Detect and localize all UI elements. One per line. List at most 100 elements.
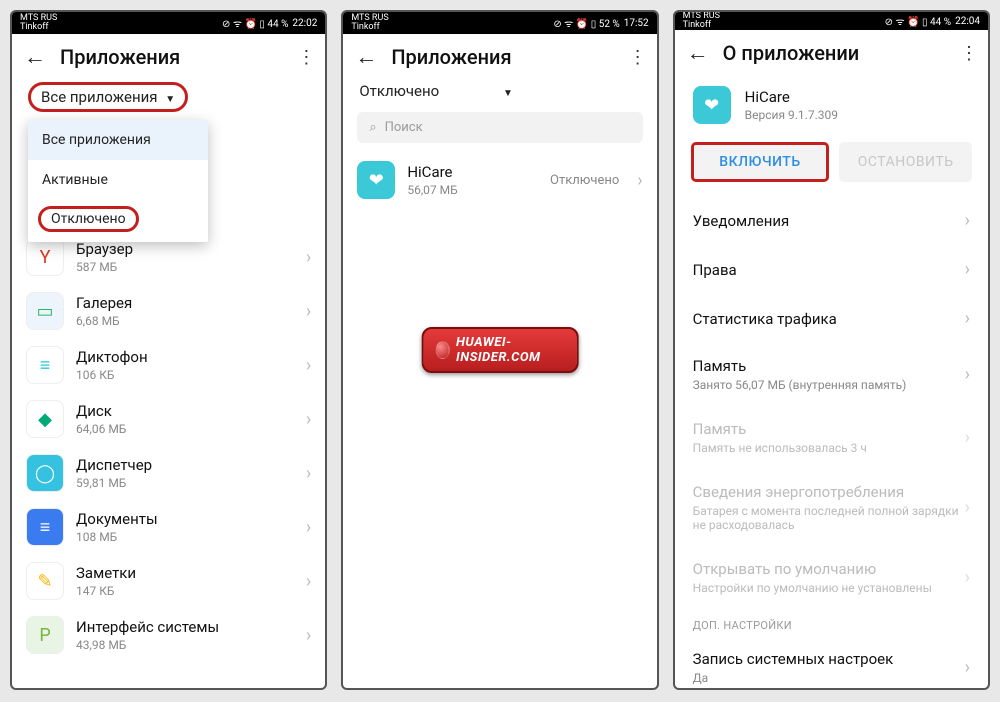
search-placeholder: Поиск: [385, 120, 423, 135]
chevron-right-icon: ›: [965, 259, 970, 280]
row-memory[interactable]: Память Занято 56,07 МБ (внутренняя памят…: [675, 343, 988, 406]
row-system-write[interactable]: Запись системных настроек Да ›: [675, 636, 988, 690]
filter-dropdown-menu: Все приложения Активные Отключено: [28, 120, 208, 242]
phone-screen-2: MTS RUS Tinkoff ⊘ ᯤ ⏰ ▯ 52 % 17:52 ← При…: [341, 10, 658, 690]
app-name: Браузер: [76, 240, 294, 258]
filter-dropdown[interactable]: Отключено ▼: [343, 76, 656, 108]
app-icon: P: [26, 616, 64, 654]
filter-dropdown[interactable]: Все приложения ▼: [12, 76, 325, 120]
app-size: 106 КБ: [76, 368, 294, 382]
app-row[interactable]: ▭Галерея6,68 МБ›: [12, 284, 325, 338]
search-input[interactable]: ⌕ Поиск: [357, 112, 642, 143]
carrier-label-2: Tinkoff: [351, 23, 388, 32]
app-name: Документы: [76, 510, 294, 528]
page-title: Приложения: [391, 45, 614, 69]
app-detail-header: ❤ HiCare Версия 9.1.7.309: [675, 72, 988, 134]
app-size: 6,68 МБ: [76, 314, 294, 328]
app-size: 108 МБ: [76, 530, 294, 544]
chevron-right-icon: ›: [965, 567, 970, 588]
chevron-right-icon: ›: [965, 210, 970, 231]
status-icons: ⊘ ᯤ ⏰ ▯ 44 %: [885, 14, 951, 28]
dropdown-item-active[interactable]: Активные: [28, 160, 208, 200]
app-size: 59,81 МБ: [76, 476, 294, 490]
app-name: Галерея: [76, 294, 294, 312]
app-size: 147 КБ: [76, 584, 294, 598]
carrier-label-2: Tinkoff: [683, 21, 720, 30]
status-icons: ⊘ ᯤ ⏰ ▯ 52 %: [553, 16, 619, 30]
status-time: 17:52: [624, 18, 649, 29]
chevron-right-icon: ›: [637, 170, 642, 191]
huawei-logo-icon: [436, 341, 450, 359]
app-row[interactable]: ≡Диктофон106 КБ›: [12, 338, 325, 392]
status-bar: MTS RUS Tinkoff ⊘ ᯤ ⏰ ▯ 44 % 22:02: [12, 12, 325, 34]
chevron-right-icon: ›: [306, 301, 311, 322]
app-row[interactable]: PИнтерфейс системы43,98 МБ›: [12, 608, 325, 662]
phone-screen-1: MTS RUS Tinkoff ⊘ ᯤ ⏰ ▯ 44 % 22:02 ← При…: [10, 10, 327, 690]
row-default-open: Открывать по умолчанию Настройки по умол…: [675, 546, 988, 609]
app-row[interactable]: ◯ Диспетчер 59,81 МБ ›: [12, 446, 325, 500]
chevron-down-icon: ▼: [165, 94, 175, 105]
row-power: Сведения энергопотребления Батарея с мом…: [675, 469, 988, 546]
app-size: 64,06 МБ: [76, 422, 294, 436]
row-traffic[interactable]: Статистика трафика ›: [675, 294, 988, 343]
status-icons: ⊘ ᯤ ⏰ ▯ 44 %: [222, 16, 288, 30]
app-row[interactable]: ✎Заметки147 КБ›: [12, 554, 325, 608]
app-row[interactable]: ≡ Документы 108 МБ ›: [12, 500, 325, 554]
stop-button[interactable]: ОСТАНОВИТЬ: [839, 142, 972, 182]
status-time: 22:04: [955, 16, 980, 27]
app-name: HiCare: [745, 88, 838, 106]
status-time: 22:02: [292, 18, 317, 29]
more-icon[interactable]: ⋮: [297, 47, 313, 68]
dropdown-item-disabled[interactable]: Отключено: [38, 206, 139, 232]
header: ← О приложении ⋮: [675, 30, 988, 72]
action-buttons: ВКЛЮЧИТЬ ОСТАНОВИТЬ: [675, 134, 988, 190]
watermark-text: HUAWEI-INSIDER.COM: [456, 335, 564, 365]
row-notifications[interactable]: Уведомления ›: [675, 196, 988, 245]
chevron-down-icon: ▼: [503, 88, 513, 99]
app-icon: ◆: [26, 400, 64, 438]
chevron-right-icon: ›: [306, 517, 311, 538]
filter-label: Все приложения: [41, 88, 158, 106]
chevron-right-icon: ›: [306, 247, 311, 268]
watermark: HUAWEI-INSIDER.COM: [422, 327, 579, 373]
app-size: 56,07 МБ: [407, 183, 538, 197]
phone-screen-3: MTS RUS Tinkoff ⊘ ᯤ ⏰ ▯ 44 % 22:04 ← О п…: [673, 10, 990, 690]
app-version: Версия 9.1.7.309: [745, 108, 838, 122]
more-icon[interactable]: ⋮: [629, 47, 645, 68]
app-icon: ≡: [26, 508, 64, 546]
status-bar: MTS RUS Tinkoff ⊘ ᯤ ⏰ ▯ 52 % 17:52: [343, 12, 656, 34]
filter-label: Отключено: [359, 82, 439, 100]
app-name: Диспетчер: [76, 456, 294, 474]
chevron-right-icon: ›: [306, 355, 311, 376]
app-name: Диктофон: [76, 348, 294, 366]
row-rights[interactable]: Права ›: [675, 245, 988, 294]
back-icon[interactable]: ←: [355, 44, 377, 70]
app-name: Диск: [76, 402, 294, 420]
page-title: О приложении: [723, 41, 946, 65]
row-memory-usage: Память Память не использовалась 3 ч ›: [675, 406, 988, 469]
dropdown-item-all[interactable]: Все приложения: [28, 120, 208, 160]
app-row-hicare[interactable]: ❤ HiCare 56,07 МБ Отключено ›: [343, 153, 656, 207]
app-icon: Y: [26, 238, 64, 276]
app-row[interactable]: ◆ Диск 64,06 МБ ›: [12, 392, 325, 446]
back-icon[interactable]: ←: [24, 44, 46, 70]
header: ← Приложения ⋮: [343, 34, 656, 76]
app-icon: ◯: [26, 454, 64, 492]
header: ← Приложения ⋮: [12, 34, 325, 76]
chevron-right-icon: ›: [306, 625, 311, 646]
app-icon: ✎: [26, 562, 64, 600]
carrier-label-2: Tinkoff: [20, 23, 57, 32]
chevron-right-icon: ›: [306, 409, 311, 430]
hicare-icon: ❤: [357, 161, 395, 199]
more-icon[interactable]: ⋮: [960, 43, 976, 64]
chevron-right-icon: ›: [306, 463, 311, 484]
enable-button[interactable]: ВКЛЮЧИТЬ: [691, 142, 830, 182]
page-title: Приложения: [60, 45, 283, 69]
status-bar: MTS RUS Tinkoff ⊘ ᯤ ⏰ ▯ 44 % 22:04: [675, 12, 988, 30]
app-status: Отключено: [550, 173, 619, 188]
back-icon[interactable]: ←: [687, 40, 709, 66]
hicare-icon: ❤: [693, 86, 731, 124]
app-name: HiCare: [407, 163, 538, 181]
app-size: 43,98 МБ: [76, 638, 294, 652]
chevron-right-icon: ›: [306, 571, 311, 592]
